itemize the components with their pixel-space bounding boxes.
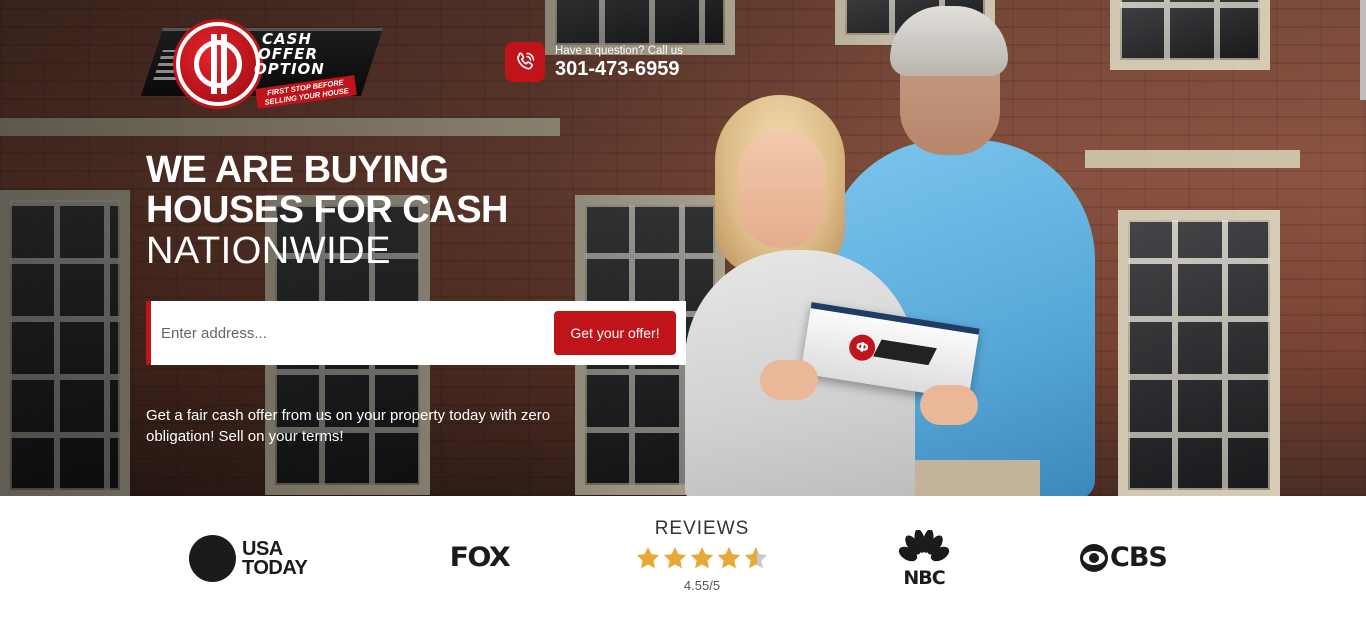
cbs-wordmark: CBS xyxy=(1110,542,1168,573)
star-icon xyxy=(663,546,687,569)
headline-line-3: NATIONWIDE xyxy=(146,230,391,272)
phone-question-text: Have a question? Call us xyxy=(555,44,683,57)
page-scrollbar[interactable] xyxy=(1360,0,1366,100)
site-logo[interactable]: CASH OFFER OPTION FIRST STOP BEFORE SELL… xyxy=(140,20,384,109)
phone-contact[interactable]: Have a question? Call us 301-473-6959 xyxy=(505,42,683,82)
brochure-logo-wordmark xyxy=(873,339,937,366)
logo-wordmark: CASH OFFER OPTION xyxy=(254,32,325,77)
usa-today-word-today: TODAY xyxy=(242,556,308,579)
hero-headline: WE ARE BUYING HOUSES FOR CASH NATIONWIDE xyxy=(146,150,508,272)
man-figure-hair xyxy=(890,6,1008,76)
usa-today-logo: USA TODAY xyxy=(189,535,308,582)
nbc-wordmark: NBC xyxy=(903,567,945,589)
nbc-peacock-icon xyxy=(898,529,950,563)
reviews-title: REVIEWS xyxy=(654,518,750,539)
logo-emblem-icon xyxy=(176,22,260,106)
star-icon xyxy=(744,546,768,569)
usa-today-word-usa: USA xyxy=(242,537,283,560)
address-form: Get your offer! xyxy=(146,301,686,365)
hand-figure xyxy=(760,360,818,400)
fox-logo: FOX xyxy=(449,542,511,573)
star-icon xyxy=(636,546,660,569)
reviews-score: 4.55/5 xyxy=(683,578,721,593)
address-input[interactable] xyxy=(151,303,541,363)
hand-figure xyxy=(920,385,978,425)
cbs-logo: CBS xyxy=(1080,542,1168,573)
phone-number[interactable]: 301-473-6959 xyxy=(555,58,683,80)
star-rating xyxy=(632,545,772,573)
hero-photo-couple: Ф xyxy=(650,0,1130,496)
star-icon xyxy=(690,546,714,569)
hero-blurb: Get a fair cash offer from us on your pr… xyxy=(146,407,551,445)
cbs-eye-icon xyxy=(1080,543,1108,572)
logo-word-option: OPTION xyxy=(254,60,325,78)
reviews-widget[interactable]: REVIEWS 4.55/5 xyxy=(632,518,772,593)
nbc-logo: NBC xyxy=(896,529,952,589)
get-offer-button[interactable]: Get your offer! xyxy=(554,311,676,355)
phone-icon xyxy=(505,42,545,82)
hero-section: Ф CASH OFFER OPTION FIRST STOP BEFORE SE… xyxy=(0,0,1366,496)
headline-line-2: HOUSES FOR CASH xyxy=(146,189,508,231)
headline-line-1: WE ARE BUYING xyxy=(146,149,449,191)
media-logos-strip: USA TODAY FOX REVIEWS 4.55/5 NBC CBS xyxy=(0,496,1366,620)
brochure-logo-icon: Ф xyxy=(847,332,878,363)
usa-today-dot-icon xyxy=(189,535,236,582)
woman-figure-face xyxy=(738,130,826,248)
star-icon xyxy=(717,546,741,569)
